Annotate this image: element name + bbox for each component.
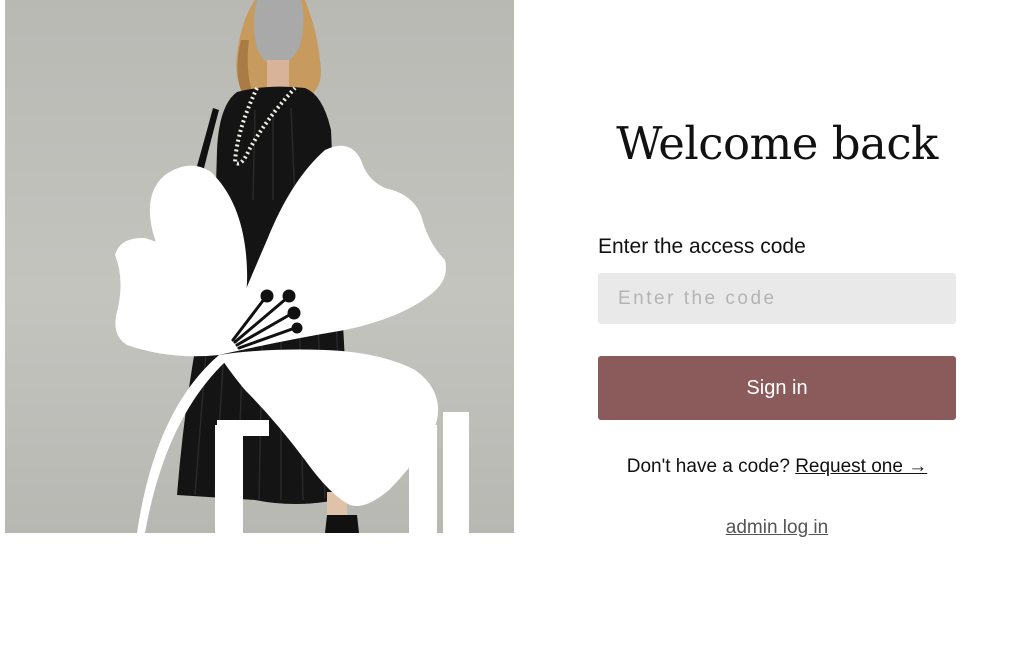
admin-login-container: admin log in: [598, 516, 956, 540]
page-title: Welcome back: [616, 117, 938, 170]
request-code-link[interactable]: Request one →: [795, 456, 927, 477]
sign-in-button[interactable]: Sign in: [598, 356, 956, 420]
request-code-line: Don't have a code? Request one →: [598, 455, 956, 479]
fashion-model-photo: [115, 0, 469, 533]
hero-image-panel: [5, 0, 514, 533]
admin-login-link[interactable]: admin log in: [726, 517, 828, 538]
login-page: Welcome back Enter the access code Sign …: [0, 0, 1036, 651]
access-code-label: Enter the access code: [598, 235, 806, 258]
login-form-panel: Welcome back Enter the access code Sign …: [598, 0, 956, 651]
request-code-prompt: Don't have a code?: [626, 456, 790, 477]
access-code-input[interactable]: [598, 273, 956, 324]
